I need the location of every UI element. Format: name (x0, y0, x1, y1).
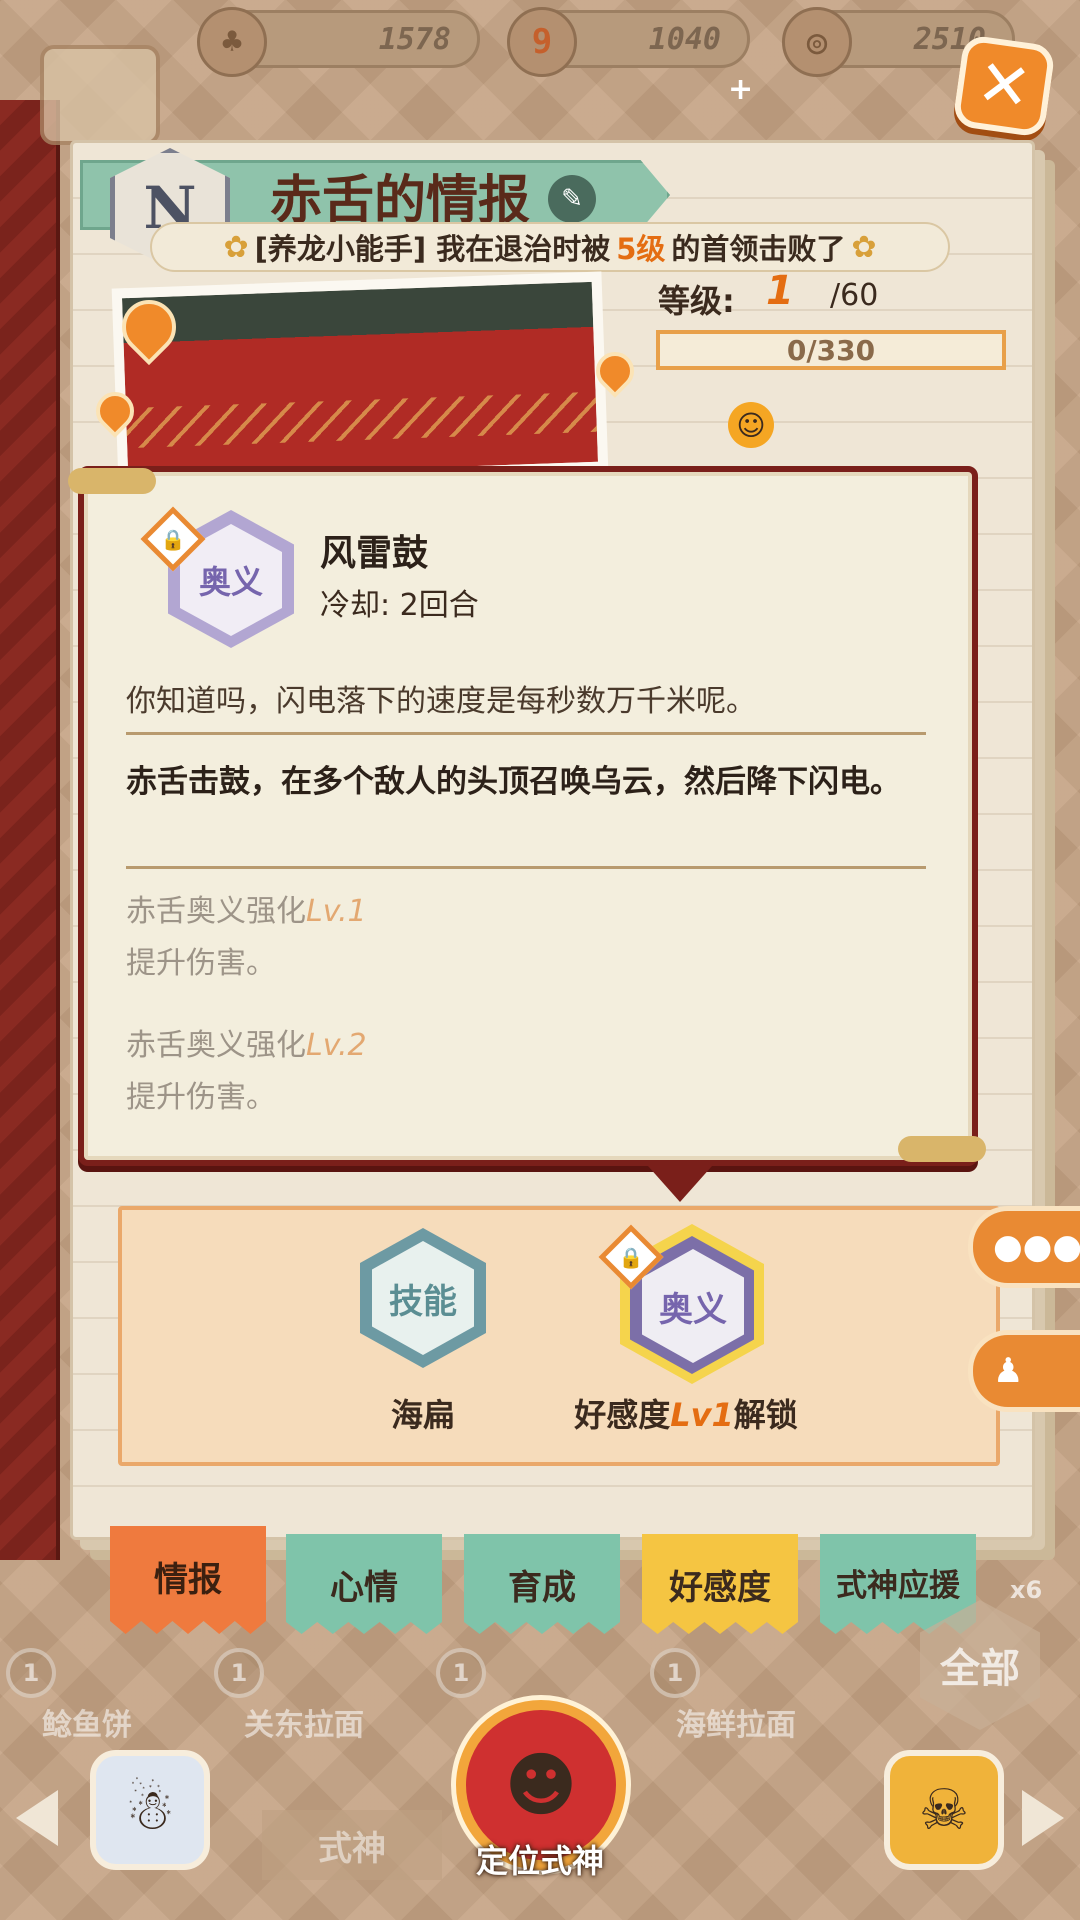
smile-icon: ☺ (728, 402, 774, 448)
exp-bar: 0/330 (656, 330, 1006, 370)
food-count: 1 (650, 1648, 700, 1698)
locate-shikigami-label[interactable]: 定位式神 (440, 1836, 640, 1882)
upgrade-effect: 提升伤害。 (126, 946, 276, 981)
upgrade-name: 赤舌奥义强化 (126, 1028, 306, 1063)
skin-button[interactable]: ♟ (968, 1330, 1080, 1412)
magatama-icon: 9 (507, 7, 577, 77)
doll-icon: ♟ (993, 1351, 1024, 1391)
upgrade-level: Lv.1 (306, 894, 367, 929)
achievement-prefix: [养龙小能手] 我在退治时被 (254, 232, 611, 266)
tab-training[interactable]: 育成 (464, 1534, 620, 1634)
resource-value: 1578 (378, 21, 451, 57)
player-avatar[interactable] (40, 45, 160, 145)
chat-bubble-icon: ●●● (993, 1227, 1080, 1267)
divider (126, 866, 926, 869)
cloud-decoration (68, 468, 156, 494)
tab-mood[interactable]: 心情 (286, 1534, 442, 1634)
food-name[interactable]: 海鲜拉面 (676, 1700, 796, 1744)
skill-label: 海扁 (390, 1396, 455, 1434)
resource-magatama: 9 1040 (507, 7, 750, 77)
skill-description: 赤舌击鼓，在多个敌人的头顶召唤乌云，然后降下闪电。 (126, 764, 901, 800)
upgrade-level: Lv.2 (306, 1028, 367, 1063)
upgrade-effect: 提升伤害。 (126, 1080, 276, 1115)
edit-icon[interactable]: ✎ (548, 175, 596, 223)
close-button[interactable]: ✕ (952, 34, 1056, 138)
food-count: 1 (214, 1648, 264, 1698)
level-label: 等级: (658, 282, 735, 320)
upgrade-item: 赤舌奥义强化Lv.1 提升伤害。 (126, 886, 826, 990)
skill-flavor-text: 你知道吗，闪电落下的速度是每秒数万千米呢。 (126, 684, 756, 719)
prev-arrow-icon[interactable] (16, 1790, 58, 1846)
achievement-banner[interactable]: ✿ [养龙小能手] 我在退治时被 5级 的首领击败了 ✿ (150, 222, 950, 272)
cloud-decoration (898, 1136, 986, 1162)
divider (126, 732, 926, 735)
left-cloth-decoration (0, 100, 60, 1560)
level-max: /60 (830, 278, 879, 313)
achievement-highlight: 5级 (616, 232, 666, 266)
flower-icon: ✿ (851, 229, 877, 265)
upgrade-item: 赤舌奥义强化Lv.2 提升伤害。 (126, 1020, 826, 1124)
food-count: 1 (436, 1648, 486, 1698)
prev-shikigami-avatar[interactable]: ☃ (90, 1750, 210, 1870)
coin-icon: ◎ (782, 7, 852, 77)
resource-pine: ♣ 1578 (197, 7, 480, 77)
tab-affection[interactable]: 好感度 (642, 1534, 798, 1634)
food-count: 1 (6, 1648, 56, 1698)
add-magatama-icon[interactable]: + (728, 72, 753, 107)
tab-info[interactable]: 情报 (110, 1526, 266, 1634)
popup-pointer (648, 1166, 712, 1202)
resource-value: 1040 (648, 21, 721, 57)
next-arrow-icon[interactable] (1022, 1790, 1064, 1846)
upgrade-name: 赤舌奥义强化 (126, 894, 306, 929)
chat-button[interactable]: ●●● (968, 1206, 1080, 1288)
level-value: 1 (766, 268, 794, 314)
skill-cooldown: 冷却: 2回合 (320, 588, 479, 623)
quantity-mark: x6 (1010, 1576, 1043, 1604)
next-shikigami-avatar[interactable]: ☠ (884, 1750, 1004, 1870)
ougi-unlock-label: 好感度Lv1解锁 (556, 1390, 816, 1436)
food-name[interactable]: 关东拉面 (244, 1700, 364, 1744)
shikigami-tag: 式神 (262, 1810, 442, 1880)
unlock-suffix: 解锁 (733, 1396, 798, 1434)
shikigami-photo (111, 271, 609, 489)
food-name[interactable]: 鲶鱼饼 (42, 1700, 132, 1744)
achievement-suffix: 的首领击败了 (671, 232, 846, 266)
close-icon: ✕ (972, 45, 1036, 127)
skill-name: 风雷鼓 (320, 533, 429, 574)
tab-bar: 情报 心情 育成 好感度 式神应援 (110, 1526, 990, 1634)
unlock-prefix: 好感度 (574, 1396, 671, 1434)
unlock-level: Lv1 (670, 1396, 734, 1434)
pine-icon: ♣ (197, 7, 267, 77)
flower-icon: ✿ (223, 229, 249, 265)
